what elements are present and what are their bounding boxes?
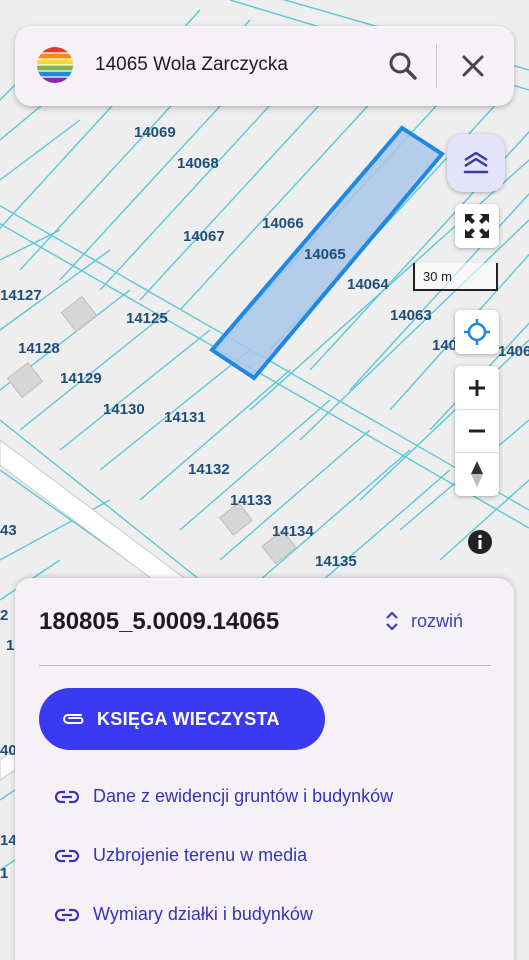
link-icon: [55, 849, 79, 862]
parcel-details-panel: 180805_5.0009.14065 rozwiń KSIĘGA WIECZY…: [15, 578, 514, 960]
paperclip-icon: [63, 714, 84, 724]
parcel-label: 14133: [230, 492, 272, 509]
rainbow-globe-icon[interactable]: [37, 47, 73, 83]
parcel-label: 14131: [164, 409, 206, 426]
parcel-label: 1406: [498, 343, 529, 360]
expand-label: rozwiń: [411, 610, 464, 631]
search-input[interactable]: 14065 Wola Zarczycka: [95, 54, 288, 76]
link-icon: [55, 790, 79, 803]
parcel-label: 2: [0, 607, 8, 624]
link-utilities[interactable]: Uzbrojenie terenu w media: [55, 845, 307, 866]
panel-divider: [39, 665, 491, 666]
layers-button[interactable]: [447, 134, 505, 192]
search-bar[interactable]: 14065 Wola Zarczycka: [15, 26, 514, 106]
land-register-button[interactable]: KSIĘGA WIECZYSTA: [39, 688, 325, 750]
parcel-label: 14069: [134, 124, 176, 141]
parcel-label: 43: [0, 522, 17, 539]
parcel-label: 14125: [126, 310, 168, 327]
zoom-out-button[interactable]: [455, 409, 499, 452]
parcel-label: 14064: [347, 276, 389, 293]
search-divider: [436, 44, 437, 88]
parcel-label: 1: [6, 637, 14, 654]
link-land-records[interactable]: Dane z ewidencji gruntów i budynków: [55, 786, 393, 807]
locate-button[interactable]: [455, 310, 499, 354]
scale-bar: 30 m: [413, 263, 498, 291]
zoom-controls: [455, 366, 499, 496]
parcel-label: 14066: [262, 215, 304, 232]
link-icon: [55, 908, 79, 921]
link-dimensions[interactable]: Wymiary działki i budynków: [55, 904, 313, 925]
zoom-in-button[interactable]: [455, 366, 499, 409]
close-icon[interactable]: [455, 48, 491, 84]
plus-icon: [469, 379, 485, 396]
parcel-label: 14068: [177, 155, 219, 172]
info-icon[interactable]: [466, 528, 494, 556]
land-register-label: KSIĘGA WIECZYSTA: [97, 708, 280, 729]
parcel-label: 1: [0, 865, 8, 882]
compass-button[interactable]: [455, 452, 499, 495]
layers-icon: [463, 151, 489, 174]
parcel-id: 180805_5.0009.14065: [39, 608, 280, 635]
link-dimensions-label: Wymiary działki i budynków: [93, 904, 313, 924]
parcel-label: 14132: [188, 461, 230, 478]
parcel-label: 14135: [315, 553, 357, 570]
parcel-label: 14129: [60, 370, 102, 387]
parcel-label: 14130: [103, 401, 145, 418]
parcel-label: 14067: [183, 228, 225, 245]
compass-icon: [471, 461, 483, 487]
parcel-label: 14065: [304, 246, 346, 263]
my-location-icon: [464, 319, 490, 345]
expand-button[interactable]: rozwiń: [385, 608, 463, 634]
minus-icon: [469, 429, 485, 433]
parcel-label: 14127: [0, 287, 42, 304]
fullscreen-icon: [465, 214, 489, 238]
search-icon[interactable]: [385, 48, 421, 84]
parcel-label: 140: [432, 337, 457, 354]
unfold-icon: [386, 611, 398, 631]
parcel-label: 14128: [18, 340, 60, 357]
link-utilities-label: Uzbrojenie terenu w media: [93, 845, 308, 865]
parcel-label: 14063: [390, 307, 432, 324]
fullscreen-button[interactable]: [455, 204, 499, 248]
link-land-records-label: Dane z ewidencji gruntów i budynków: [93, 786, 394, 806]
parcel-label: 14134: [272, 523, 314, 540]
